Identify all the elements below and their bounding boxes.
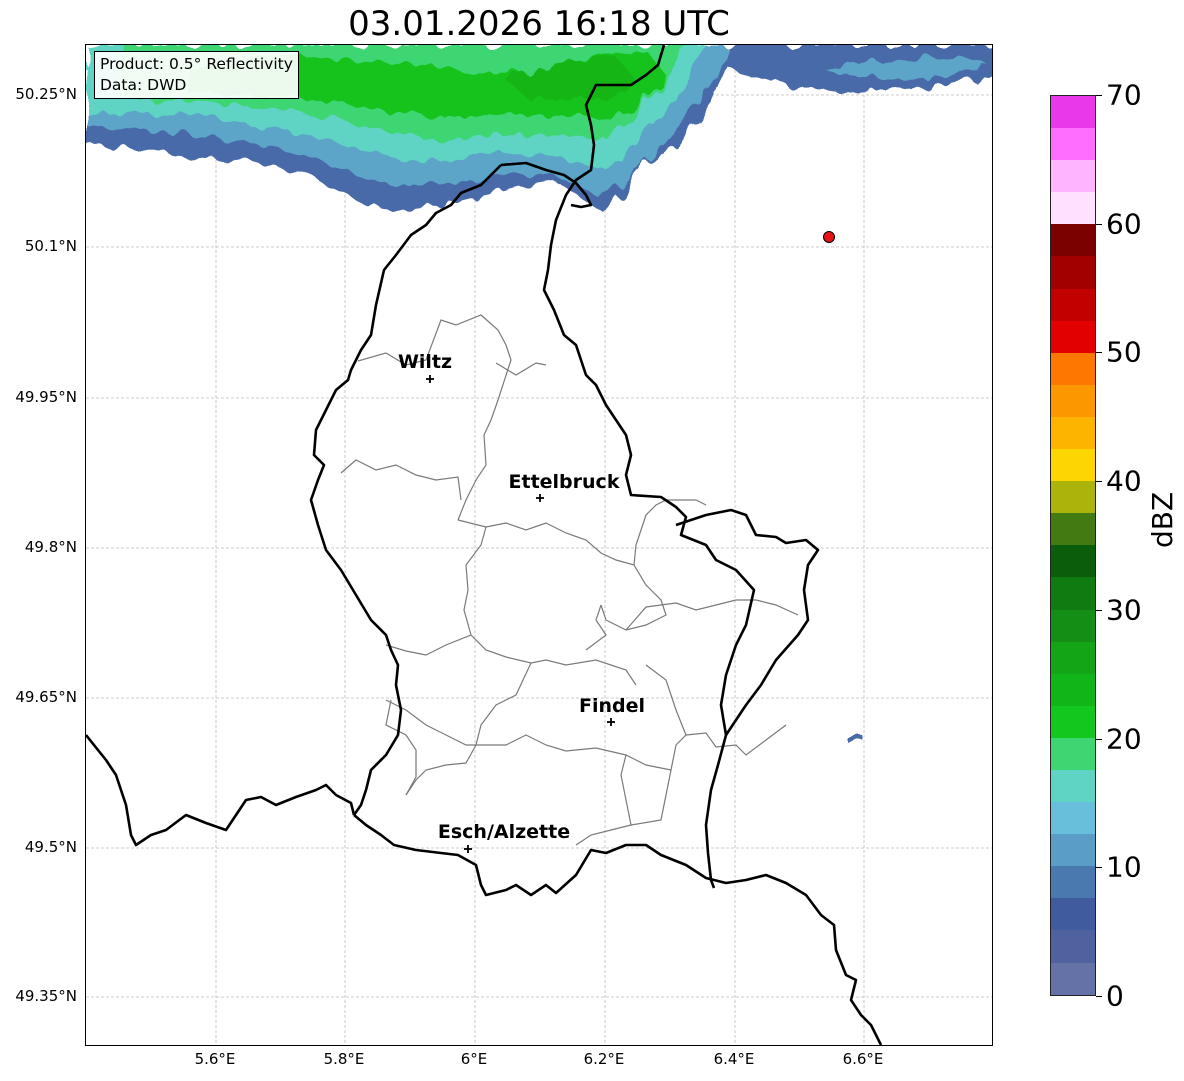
colorbar-tick [1096,996,1102,997]
radar-site-marker [823,231,835,243]
colorbar-tick [1096,95,1102,96]
city-markers [426,375,615,853]
colorbar-label: dBZ [1146,491,1179,548]
lon-tick-label: 6.6°E [842,1050,884,1068]
colorbar-segment [1051,192,1095,225]
lat-tick-label: 50.1°N [24,237,77,255]
colorbar-tick-label: 0 [1106,979,1124,1013]
colorbar-segment [1051,673,1095,706]
city-marker-wiltz [426,375,434,383]
colorbar-tick [1096,609,1102,611]
radar-echoes [86,45,992,741]
colorbar-tick-label: 20 [1106,722,1142,756]
city-label-wiltz: Wiltz [398,351,452,373]
colorbar-segment [1051,737,1095,770]
lon-tick-label: 6.4°E [713,1050,755,1068]
lon-tick-label: 5.8°E [323,1050,365,1068]
colorbar-tick [1096,481,1102,483]
colorbar-segment [1051,802,1095,835]
colorbar-tick-label: 10 [1106,850,1142,884]
lat-tick-label: 49.8°N [24,538,77,556]
city-label-findel: Findel [579,695,645,717]
lon-tick-label: 5.6°E [194,1050,236,1068]
colorbar-segment [1051,898,1095,931]
data-source-text: Data: DWD [100,76,187,94]
lon-tick-label: 6.2°E [583,1050,625,1068]
city-marker-esch [464,845,472,853]
colorbar-segment [1051,288,1095,321]
colorbar-segment [1051,705,1095,738]
lon-tick-label: 6°E [460,1050,488,1068]
lat-tick-label: 49.95°N [15,388,77,406]
lat-tick-label: 49.5°N [24,838,77,856]
colorbar-segment [1051,416,1095,450]
colorbar-segment [1051,96,1095,129]
colorbar-segment [1051,962,1095,995]
product-info-box: Product: 0.5° Reflectivity Data: DWD [94,51,299,99]
colorbar-tick-label: 50 [1106,335,1142,369]
colorbar-segment [1051,513,1095,546]
colorbar-segment [1051,224,1095,257]
colorbar-segment [1051,449,1095,482]
colorbar-segment [1051,384,1095,417]
colorbar-tick [1096,352,1102,354]
map-title: 03.01.2026 16:18 UTC [348,4,730,44]
colorbar-tick-label: 60 [1106,207,1142,241]
lat-tick-label: 49.65°N [15,688,77,706]
colorbar-segment [1051,769,1095,803]
colorbar-segment [1051,160,1095,193]
colorbar-segment [1051,834,1095,867]
colorbar-segment [1051,128,1095,161]
colorbar-segment [1051,481,1095,514]
product-text: Product: 0.5° Reflectivity [100,55,293,73]
colorbar-segment [1051,866,1095,899]
city-label-ettelbruck: Ettelbruck [509,471,620,493]
lat-tick-label: 50.25°N [15,85,77,103]
colorbar-tick [1096,738,1102,740]
colorbar-segment [1051,352,1095,385]
colorbar-tick [1096,867,1102,869]
colorbar-segment [1051,545,1095,578]
city-marker-ettelbruck [536,494,544,502]
colorbar-segment [1051,609,1095,642]
city-marker-findel [607,718,615,726]
colorbar [1050,95,1096,996]
colorbar-tick-label: 40 [1106,464,1142,498]
colorbar-tick-label: 30 [1106,593,1142,627]
colorbar-segment [1051,320,1095,353]
colorbar-segment [1051,930,1095,963]
colorbar-segment [1051,256,1095,289]
colorbar-tick-label: 70 [1106,78,1142,112]
lat-tick-label: 49.35°N [15,987,77,1005]
canton-boundaries [340,314,799,846]
colorbar-tick [1096,223,1102,225]
colorbar-segment [1051,641,1095,674]
gridlines [86,45,992,1045]
colorbar-segment [1051,577,1095,610]
radar-map: Wiltz Ettelbruck Findel Esch/Alzette [85,44,993,1046]
city-label-esch: Esch/Alzette [438,821,570,843]
